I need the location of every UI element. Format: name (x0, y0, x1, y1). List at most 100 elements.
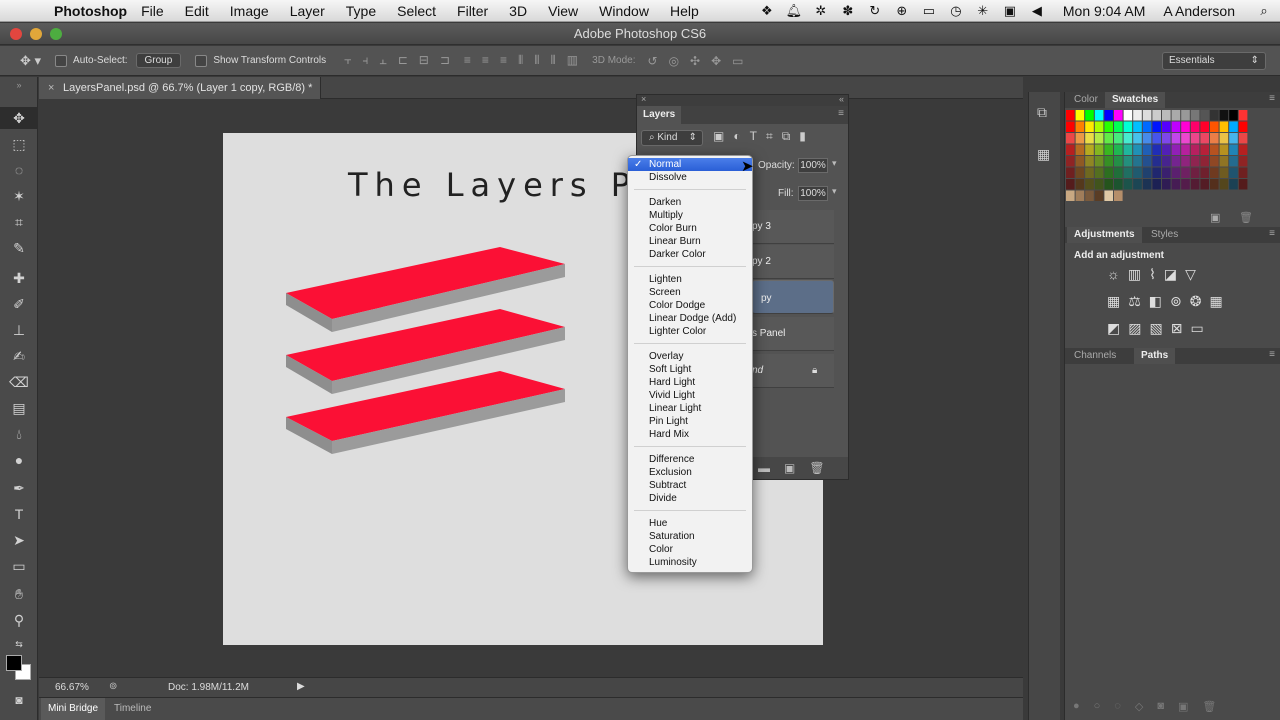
blend-mode-darken[interactable]: Darken (628, 196, 752, 209)
swatch-cell[interactable] (1171, 156, 1181, 167)
tab-layers[interactable]: Layers (637, 106, 682, 124)
blend-mode-multiply[interactable]: Multiply (628, 209, 752, 222)
gradient-tool-icon[interactable]: ▤ (0, 397, 38, 419)
swatch-cell[interactable] (1133, 110, 1142, 121)
swatch-cell[interactable] (1181, 133, 1190, 144)
swap-colors-icon[interactable]: ⇆ (0, 633, 38, 655)
swatch-cell[interactable] (1210, 133, 1219, 144)
swatch-cell[interactable] (1094, 110, 1104, 121)
make-work-path-icon[interactable]: ◇ (1135, 700, 1143, 713)
swatch-cell[interactable] (1104, 144, 1113, 156)
blend-mode-exclusion[interactable]: Exclusion (628, 466, 752, 479)
swatch-cell[interactable] (1190, 167, 1200, 179)
delete-swatch-icon[interactable]: 🗑︎ (1239, 211, 1253, 224)
swatch-cell[interactable] (1085, 121, 1094, 133)
accessibility-icon[interactable]: ⊕ (891, 3, 913, 19)
swatch-cell[interactable] (1171, 110, 1181, 121)
hue-saturation-icon[interactable]: ▦ (1107, 293, 1120, 310)
swatch-cell[interactable] (1200, 179, 1209, 190)
threshold-icon[interactable]: ▧ (1149, 320, 1162, 337)
swatch-cell[interactable] (1123, 167, 1133, 179)
lasso-tool-icon[interactable]: ◌ (0, 159, 38, 181)
swatch-cell[interactable] (1075, 144, 1085, 156)
swatch-cell[interactable] (1066, 121, 1075, 133)
swatch-cell[interactable] (1094, 156, 1104, 167)
swatch-cell[interactable] (1094, 179, 1104, 190)
new-path-icon[interactable]: ▣ (1178, 700, 1188, 713)
align-right-icon[interactable]: ⊐ (440, 53, 450, 68)
blend-mode-luminosity[interactable]: Luminosity (628, 556, 752, 569)
layers-panel-titlebar[interactable]: × « (637, 94, 848, 106)
blend-mode-linear-burn[interactable]: Linear Burn (628, 235, 752, 248)
swatch-cell[interactable] (1075, 133, 1085, 144)
swatch-cell[interactable] (1133, 144, 1142, 156)
distribute-horizontal-center-icon[interactable]: ⦀ (534, 53, 539, 68)
swatch-cell[interactable] (1066, 167, 1075, 179)
blend-mode-divide[interactable]: Divide (628, 492, 752, 505)
swatch-cell[interactable] (1219, 179, 1229, 190)
swatch-cell[interactable] (1190, 156, 1200, 167)
swatch-cell[interactable] (1104, 179, 1113, 190)
zoom-window-button[interactable] (50, 28, 62, 40)
blend-mode-lighten[interactable]: Lighten (628, 273, 752, 286)
swatch-cell[interactable] (1162, 133, 1171, 144)
swatch-cell[interactable] (1104, 190, 1113, 202)
swatch-cell[interactable] (1094, 144, 1104, 156)
swatch-cell[interactable] (1114, 167, 1123, 179)
swatch-cell[interactable] (1066, 190, 1075, 202)
eyedropper-tool-icon[interactable]: ✎ (0, 237, 38, 259)
swatch-cell[interactable] (1133, 133, 1142, 144)
swatch-cell[interactable] (1142, 156, 1152, 167)
swatch-cell[interactable] (1219, 133, 1229, 144)
sync-icon[interactable]: ↻ (864, 3, 886, 19)
dodge-tool-icon[interactable]: ● (0, 449, 38, 471)
menu-filter[interactable]: Filter (457, 3, 488, 19)
brightness-contrast-icon[interactable]: ☼ (1107, 266, 1120, 283)
adjustment-layer-filter-icon[interactable]: ◐ (733, 129, 740, 144)
stroke-path-icon[interactable]: ○ (1094, 700, 1101, 713)
pixel-layer-filter-icon[interactable]: ▣ (713, 129, 724, 144)
blend-mode-normal[interactable]: ✓ Normal (628, 158, 752, 171)
blend-mode-vivid-light[interactable]: Vivid Light (628, 389, 752, 402)
blend-mode-darker-color[interactable]: Darker Color (628, 248, 752, 261)
display-icon[interactable]: ▭ (918, 3, 940, 19)
layer-row[interactable]: py 2 (752, 245, 834, 279)
swatch-cell[interactable] (1123, 133, 1133, 144)
swatch-cell[interactable] (1104, 156, 1113, 167)
color-lookup-icon[interactable]: ▦ (1210, 293, 1223, 310)
swatch-cell[interactable] (1114, 121, 1123, 133)
swatch-cell[interactable] (1133, 121, 1142, 133)
blur-tool-icon[interactable]: 💧︎ (0, 423, 38, 445)
tab-styles[interactable]: Styles (1144, 227, 1185, 243)
swatch-cell[interactable] (1181, 144, 1190, 156)
tab-timeline[interactable]: Timeline (107, 698, 158, 720)
blend-mode-screen[interactable]: Screen (628, 286, 752, 299)
blend-mode-color-burn[interactable]: Color Burn (628, 222, 752, 235)
channel-mixer-icon[interactable]: ❂ (1190, 293, 1202, 310)
hand-tool-icon[interactable]: ✋︎ (0, 583, 38, 605)
load-path-as-selection-icon[interactable]: ◌ (1114, 700, 1121, 713)
swatch-cell[interactable] (1181, 110, 1190, 121)
quick-mask-icon[interactable]: ◙ (0, 689, 38, 711)
swatch-cell[interactable] (1229, 144, 1238, 156)
swatch-cell[interactable] (1142, 133, 1152, 144)
posterize-icon[interactable]: ▨ (1128, 320, 1141, 337)
align-bottom-icon[interactable]: ⫠ (379, 53, 386, 68)
swatch-cell[interactable] (1190, 144, 1200, 156)
zoom-level[interactable]: 66.67% (55, 682, 89, 693)
swatch-cell[interactable] (1152, 179, 1161, 190)
invert-icon[interactable]: ◩ (1107, 320, 1120, 337)
blend-mode-overlay[interactable]: Overlay (628, 350, 752, 363)
swatch-cell[interactable] (1229, 121, 1238, 133)
fill-path-icon[interactable]: ● (1073, 700, 1080, 713)
swatch-cell[interactable] (1114, 179, 1123, 190)
swatch-cell[interactable] (1210, 167, 1219, 179)
layer-row-selected[interactable]: py (752, 280, 834, 314)
brush-tool-icon[interactable]: ✐ (0, 293, 38, 315)
swatch-cell[interactable] (1238, 179, 1248, 190)
menu-layer[interactable]: Layer (290, 3, 325, 19)
swatch-cell[interactable] (1133, 167, 1142, 179)
menu-image[interactable]: Image (230, 3, 269, 19)
swatch-cell[interactable] (1210, 144, 1219, 156)
swatch-cell[interactable] (1114, 144, 1123, 156)
